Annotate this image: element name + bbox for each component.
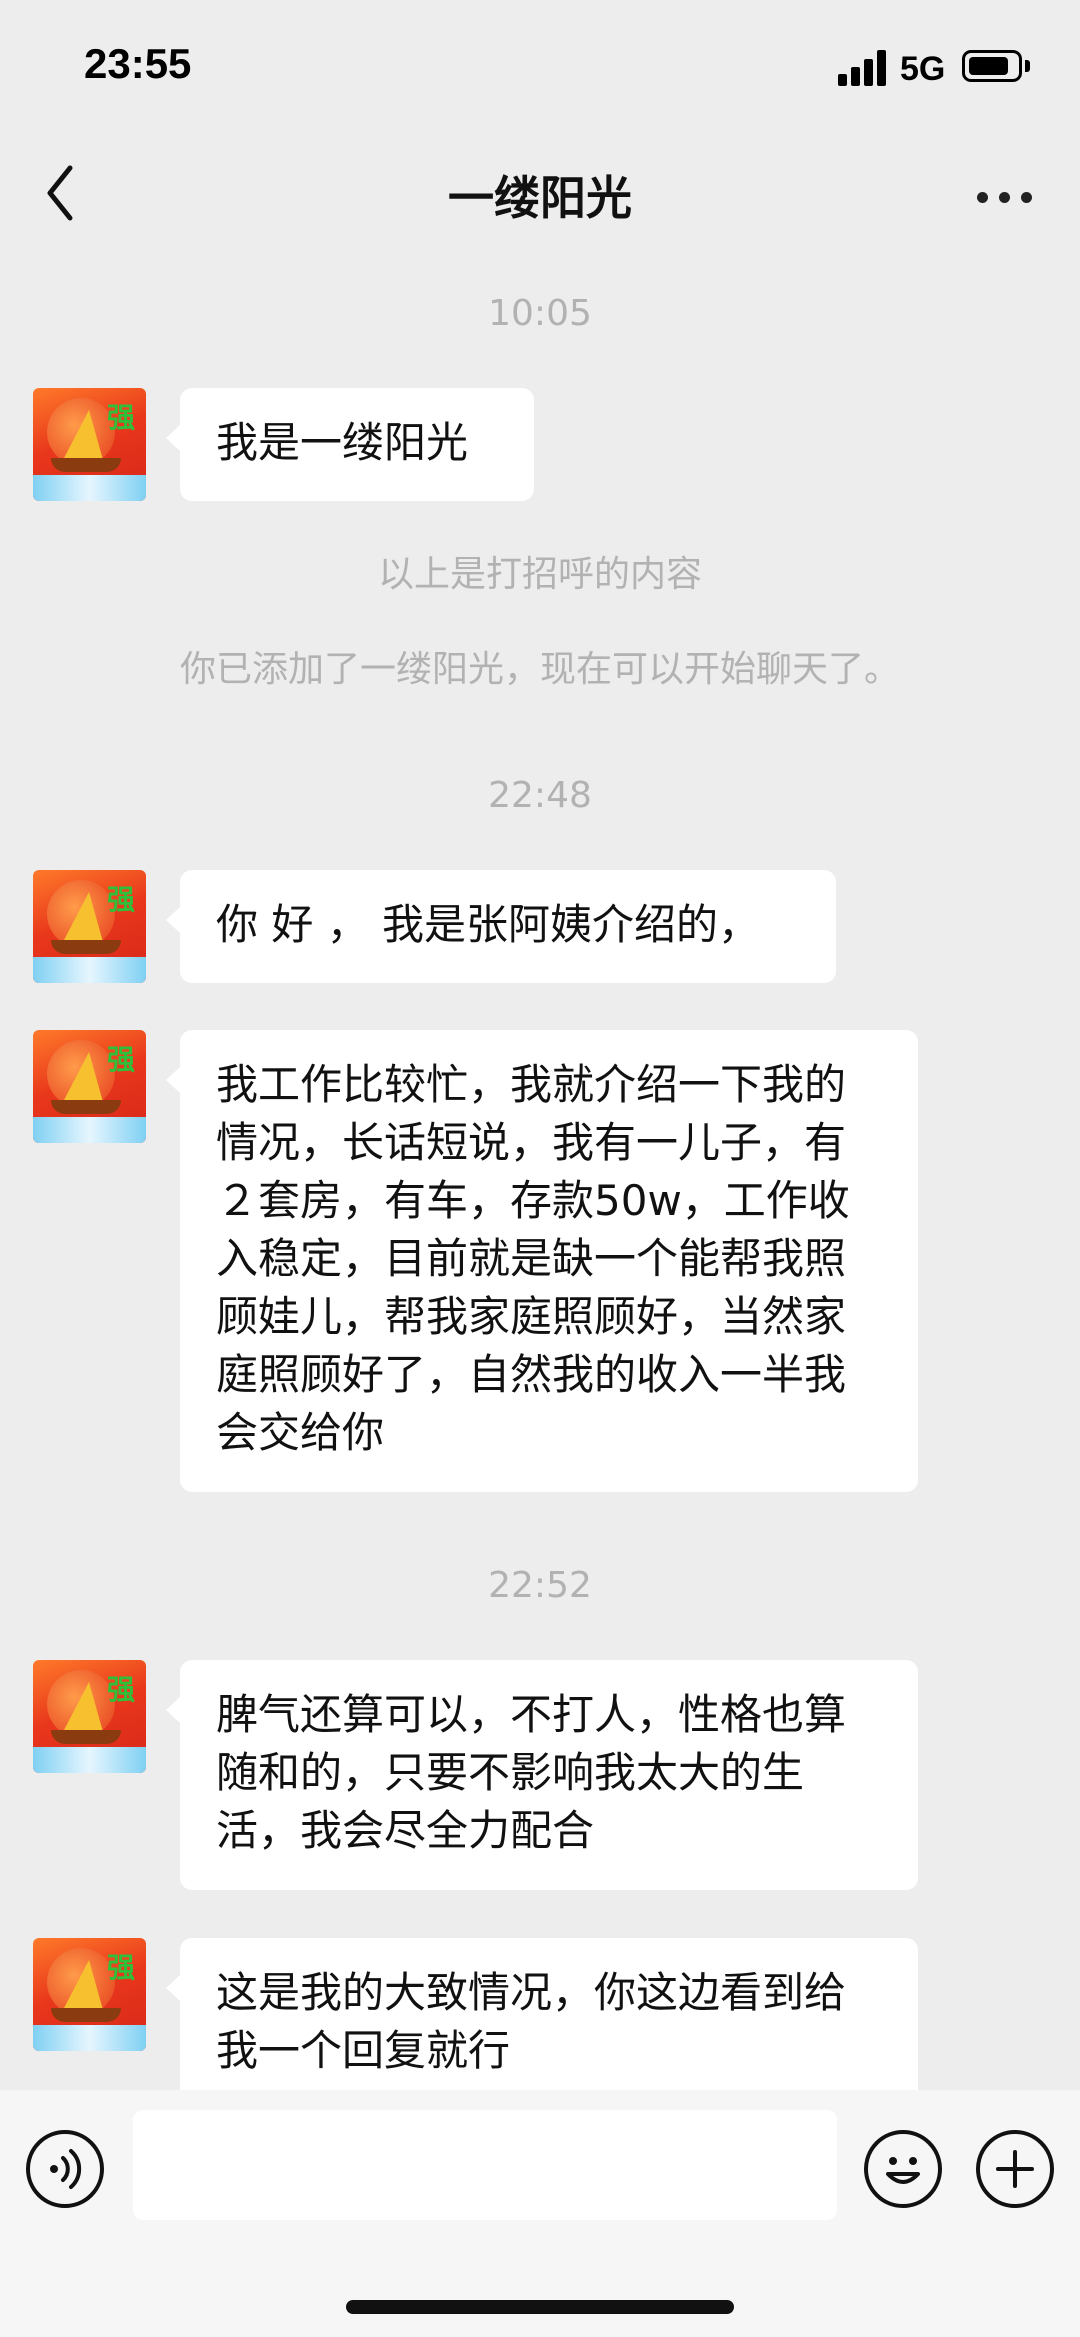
battery-icon [962, 50, 1022, 82]
avatar[interactable]: 强 [33, 1030, 146, 1143]
timestamp: 22:52 [488, 1565, 592, 1606]
message-bubble[interactable]: 你 好 ， 我是张阿姨介绍的， [166, 870, 836, 983]
timestamp: 22:48 [488, 775, 592, 816]
battery-tip [1025, 60, 1030, 72]
message-bubble[interactable]: 脾气还算可以，不打人，性格也算随和的，只要不影响我太大的生活，我会尽全力配合 [166, 1660, 918, 1890]
plus-icon [996, 2150, 1034, 2188]
plus-button[interactable] [976, 2130, 1054, 2208]
system-note: 以上是打招呼的内容 [377, 554, 702, 595]
message-bubble[interactable]: 我是一缕阳光 [166, 388, 534, 501]
home-indicator[interactable] [346, 2300, 734, 2314]
message-bubble[interactable]: 这是我的大致情况，你这边看到给我一个回复就行 [166, 1938, 918, 2108]
emoji-icon [886, 2157, 920, 2184]
avatar[interactable]: 强 [33, 1938, 146, 2051]
chat-header: 一缕阳光 [0, 130, 1080, 260]
message-input[interactable] [133, 2110, 837, 2220]
signal-icon [838, 50, 888, 86]
network-label: 5G [900, 50, 946, 88]
voice-button[interactable] [26, 2130, 104, 2208]
avatar[interactable]: 强 [33, 388, 146, 501]
system-note: 你已添加了一缕阳光，现在可以开始聊天了。 [179, 649, 900, 690]
emoji-button[interactable] [864, 2130, 942, 2208]
chat-title: 一缕阳光 [448, 171, 632, 225]
message-bubble[interactable]: 我工作比较忙，我就介绍一下我的情况，长话短说，我有一儿子，有２套房，有车，存款5… [166, 1030, 918, 1492]
chat-area[interactable]: 10:05 强 我是一缕阳光 以上是打招呼的内容 你已添加了一缕阳光，现在可以开… [0, 260, 1080, 2108]
timestamp: 10:05 [488, 293, 592, 334]
avatar[interactable]: 强 [33, 1660, 146, 1773]
avatar[interactable]: 强 [33, 870, 146, 983]
voice-icon [50, 2149, 82, 2189]
status-time: 23:55 [84, 40, 192, 87]
status-bar: 23:55 5G [0, 0, 1080, 130]
battery-level [969, 57, 1008, 75]
more-button[interactable] [965, 160, 1045, 230]
